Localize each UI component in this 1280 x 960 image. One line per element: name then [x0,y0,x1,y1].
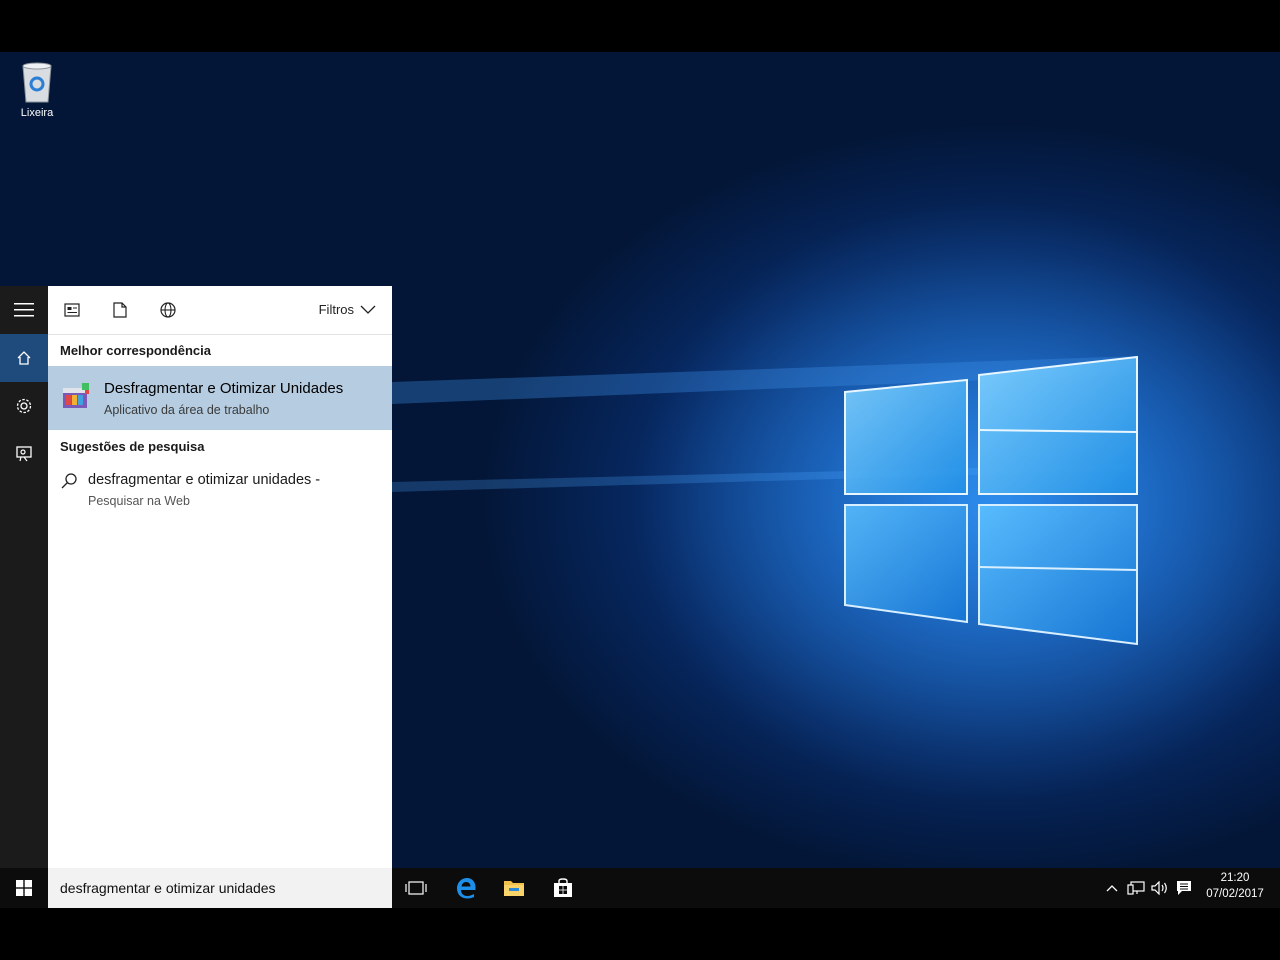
letterbox-top [0,0,1280,52]
start-button[interactable] [0,868,48,908]
best-match-result[interactable]: Desfragmentar e Otimizar Unidades Aplica… [48,366,392,430]
recycle-bin-icon [22,62,52,103]
best-match-title: Desfragmentar e Otimizar Unidades [104,380,344,397]
feedback-icon [16,446,32,462]
search-results-panel: Filtros Melhor correspondência Desfragme… [48,286,392,868]
recycle-bin-label: Lixeira [20,107,54,119]
hamburger-icon [14,303,34,317]
suggestion-subtext: Pesquisar na Web [88,494,190,508]
desktop-icon-recycle-bin[interactable]: Lixeira [10,60,64,119]
letterbox-bottom [0,908,1280,960]
screen: Lixeira Filtros Melhor correspondência D… [0,0,1280,960]
hamburger-menu-button[interactable] [0,286,48,334]
apps-icon [64,303,80,317]
store-icon [554,878,572,897]
chevron-up-icon [1106,885,1118,892]
action-center-button[interactable] [1173,868,1195,908]
chevron-down-icon [360,305,376,314]
network-button[interactable] [1125,868,1147,908]
file-explorer-taskbar-button[interactable] [490,868,538,908]
filters-label: Filtros [318,302,354,317]
show-hidden-icons-button[interactable] [1102,868,1122,908]
defrag-app-icon [63,383,89,408]
network-icon [1127,881,1145,895]
edge-icon [457,878,476,899]
task-view-icon [405,881,427,895]
task-view-button[interactable] [392,868,440,908]
search-suggestion-item[interactable]: desfragmentar e otimizar unidades - Pesq… [48,466,392,514]
best-match-heading: Melhor correspondência [60,343,211,358]
search-icon [61,473,77,489]
volume-button[interactable] [1149,868,1171,908]
tab-apps[interactable] [60,298,84,322]
globe-icon [160,302,176,318]
suggestions-heading: Sugestões de pesquisa [60,439,205,454]
tab-web[interactable] [156,298,180,322]
best-match-subtitle: Aplicativo da área de trabalho [104,403,270,417]
action-center-icon [1177,881,1191,895]
clock-time: 21:20 [1220,872,1250,884]
document-icon [113,302,127,318]
gear-icon [16,398,32,414]
search-query-text: desfragmentar e otimizar unidades [60,880,276,896]
clock[interactable]: 21:20 07/02/2017 [1196,870,1274,902]
taskbar-search-box[interactable]: desfragmentar e otimizar unidades [48,868,392,908]
tab-documents[interactable] [108,298,132,322]
feedback-button[interactable] [0,430,48,478]
volume-icon [1151,881,1167,895]
settings-button[interactable] [0,382,48,430]
suggestion-text: desfragmentar e otimizar unidades - [88,472,321,488]
file-explorer-icon [504,881,524,896]
filters-dropdown[interactable]: Filtros [319,302,376,317]
home-icon [17,351,31,365]
edge-taskbar-button[interactable] [442,868,490,908]
store-taskbar-button[interactable] [539,868,587,908]
search-filter-tabs: Filtros [48,286,392,335]
start-rail [0,286,48,868]
home-button[interactable] [0,334,48,382]
clock-date: 07/02/2017 [1206,888,1264,900]
windows-logo-icon [16,880,32,896]
